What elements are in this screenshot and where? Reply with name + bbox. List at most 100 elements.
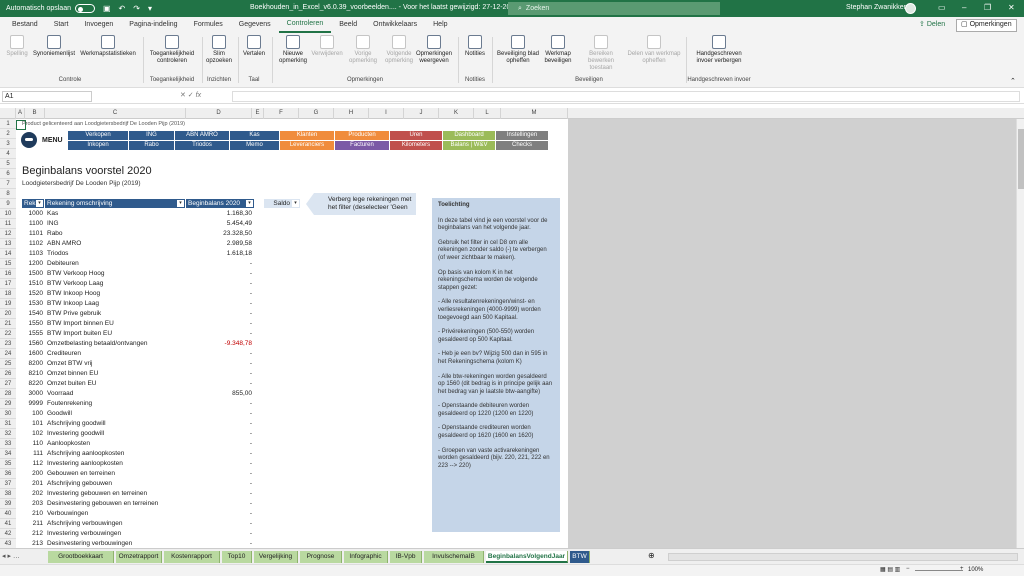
table-row[interactable]: 1540 BTW Prive gebruik - <box>22 309 254 319</box>
row-header[interactable]: 20 <box>0 309 16 319</box>
row-header[interactable]: 32 <box>0 429 16 439</box>
table-row[interactable]: 1560 Omzetbelasting betaald/ontvangen -9.3… <box>22 339 254 349</box>
row-header[interactable]: 18 <box>0 289 16 299</box>
tab-formules[interactable]: Formules <box>186 17 231 33</box>
row-header[interactable]: 5 <box>0 159 16 169</box>
table-row[interactable]: 1550 BTW Import binnen EU - <box>22 319 254 329</box>
row-header[interactable]: 14 <box>0 249 16 259</box>
tab-bestand[interactable]: Bestand <box>4 17 46 33</box>
accessibility-check-button[interactable]: Toegankelijkheid controleren <box>146 35 198 65</box>
table-row[interactable]: 1000 Kas 1.168,30 <box>22 209 254 219</box>
sheet-tab-ib-vpb[interactable]: IB-Vpb <box>390 551 422 563</box>
menu-item-uren[interactable]: Uren <box>390 131 442 140</box>
show-comments-button[interactable]: Opmerkingen weergeven <box>414 35 454 65</box>
share-button[interactable]: ⇪ Delen <box>914 20 950 31</box>
column-header-m[interactable]: M <box>501 108 568 119</box>
table-row[interactable]: 1500 BTW Verkoop Hoog - <box>22 269 254 279</box>
table-row[interactable]: 212 Investering verbouwingen - <box>22 529 254 539</box>
column-header-e[interactable]: E <box>252 108 264 119</box>
row-header[interactable]: 29 <box>0 399 16 409</box>
table-row[interactable]: 1600 Crediteuren - <box>22 349 254 359</box>
delete-comment-button[interactable]: Verwijderen <box>310 35 344 58</box>
row-header[interactable]: 22 <box>0 329 16 339</box>
customize-toolbar-icon[interactable]: ▾ <box>148 4 152 13</box>
menu-item-abn-amro[interactable]: ABN AMRO <box>175 131 229 140</box>
filter-dropdown-icon[interactable]: ▾ <box>246 200 253 207</box>
row-header[interactable]: 34 <box>0 449 16 459</box>
row-header[interactable]: 6 <box>0 169 16 179</box>
close-icon[interactable]: ✕ <box>1008 3 1015 12</box>
menu-item-triodos[interactable]: Triodos <box>175 141 229 150</box>
row-header[interactable]: 41 <box>0 519 16 529</box>
sheet-tab-btw[interactable]: BTW <box>570 551 590 563</box>
add-sheet-icon[interactable]: ⊕ <box>648 551 655 560</box>
sheet-tab-omzetrapport[interactable]: Omzetrapport <box>116 551 162 563</box>
row-header[interactable]: 28 <box>0 389 16 399</box>
hide-ink-button[interactable]: Handgeschreven invoer verbergen <box>690 35 748 65</box>
table-row[interactable]: 3000 Voorraad 855,00 <box>22 389 254 399</box>
table-row[interactable]: 1200 Debiteuren - <box>22 259 254 269</box>
tab-beeld[interactable]: Beeld <box>331 17 365 33</box>
table-row[interactable]: 1510 BTW Verkoop Laag - <box>22 279 254 289</box>
ribbon-display-icon[interactable]: ▭ <box>938 3 946 12</box>
column-header-k[interactable]: K <box>439 108 474 119</box>
tab-invoegen[interactable]: Invoegen <box>76 17 121 33</box>
row-header[interactable]: 17 <box>0 279 16 289</box>
user-name[interactable]: Stephan Zwanikken <box>846 4 907 11</box>
unshare-workbook-button[interactable]: Delen van werkmap opheffen <box>626 35 682 65</box>
menu-item-balans-w-v[interactable]: Balans | W&V <box>443 141 495 150</box>
column-header-d[interactable]: D <box>186 108 252 119</box>
scrollbar-thumb[interactable] <box>1018 129 1024 189</box>
row-header[interactable]: 19 <box>0 299 16 309</box>
menu-item-leveranciers[interactable]: Leveranciers <box>280 141 334 150</box>
menu-item-dashboard[interactable]: Dashboard <box>443 131 495 140</box>
sheet-tab-infographic[interactable]: Infographic <box>344 551 388 563</box>
menu-item-verkopen[interactable]: Verkopen <box>68 131 128 140</box>
thesaurus-button[interactable]: Synoniemenlijst <box>30 35 78 58</box>
column-header-g[interactable]: G <box>299 108 334 119</box>
tab-start[interactable]: Start <box>46 17 77 33</box>
table-row[interactable]: 1102 ABN AMRO 2.989,58 <box>22 239 254 249</box>
row-header[interactable]: 15 <box>0 259 16 269</box>
column-header-a[interactable]: A <box>16 108 25 119</box>
table-row[interactable]: 200 Gebouwen en terreinen - <box>22 469 254 479</box>
avatar[interactable] <box>905 3 916 14</box>
table-row[interactable]: 203 Desinvestering gebouwen en terreinen - <box>22 499 254 509</box>
column-header-l[interactable]: L <box>474 108 501 119</box>
horizontal-scrollbar[interactable] <box>668 553 1018 561</box>
translate-button[interactable]: Vertalen <box>240 35 268 58</box>
sheet-tab-vergelijking[interactable]: Vergelijking <box>254 551 298 563</box>
zoom-out-icon[interactable]: − <box>906 566 910 572</box>
column-header-j[interactable]: J <box>404 108 439 119</box>
select-all-corner[interactable] <box>0 108 16 119</box>
zoom-level[interactable]: 100% <box>968 567 983 573</box>
table-row[interactable]: 1101 Rabo 23.328,50 <box>22 229 254 239</box>
protect-workbook-button[interactable]: Werkmap beveiligen <box>540 35 576 65</box>
row-header[interactable]: 10 <box>0 209 16 219</box>
row-header[interactable]: 27 <box>0 379 16 389</box>
comments-button[interactable]: ▢ Opmerkingen <box>956 19 1017 32</box>
row-header[interactable]: 4 <box>0 149 16 159</box>
row-header[interactable]: 35 <box>0 459 16 469</box>
new-comment-button[interactable]: Nieuwe opmerking <box>276 35 310 65</box>
row-header[interactable]: 31 <box>0 419 16 429</box>
previous-comment-button[interactable]: Vorige opmerking <box>346 35 380 65</box>
filter-dropdown-icon[interactable]: ▾ <box>36 200 43 207</box>
row-header[interactable]: 11 <box>0 219 16 229</box>
filter-dropdown-icon[interactable]: ▾ <box>292 200 299 207</box>
sheet-tab-beginbalansvolgendjaar[interactable]: BeginbalansVolgendJaar <box>486 551 568 563</box>
tab-pagina-indeling[interactable]: Pagina-indeling <box>121 17 185 33</box>
table-row[interactable]: 8200 Omzet BTW vrij - <box>22 359 254 369</box>
table-row[interactable]: 201 Afschrijving gebouwen - <box>22 479 254 489</box>
minimize-icon[interactable]: – <box>962 3 966 12</box>
table-row[interactable]: 101 Afschrijving goodwill - <box>22 419 254 429</box>
menu-item-inkopen[interactable]: Inkopen <box>68 141 128 150</box>
row-header[interactable]: 33 <box>0 439 16 449</box>
table-row[interactable]: 1555 BTW Import buiten EU - <box>22 329 254 339</box>
sheet-nav-arrows-icon[interactable]: ◂ ▸ … <box>2 552 20 560</box>
zoom-in-icon[interactable]: + <box>960 566 964 572</box>
row-header[interactable]: 16 <box>0 269 16 279</box>
table-row[interactable]: 110 Aanloopkosten - <box>22 439 254 449</box>
row-header[interactable]: 21 <box>0 319 16 329</box>
row-header[interactable]: 7 <box>0 179 16 189</box>
